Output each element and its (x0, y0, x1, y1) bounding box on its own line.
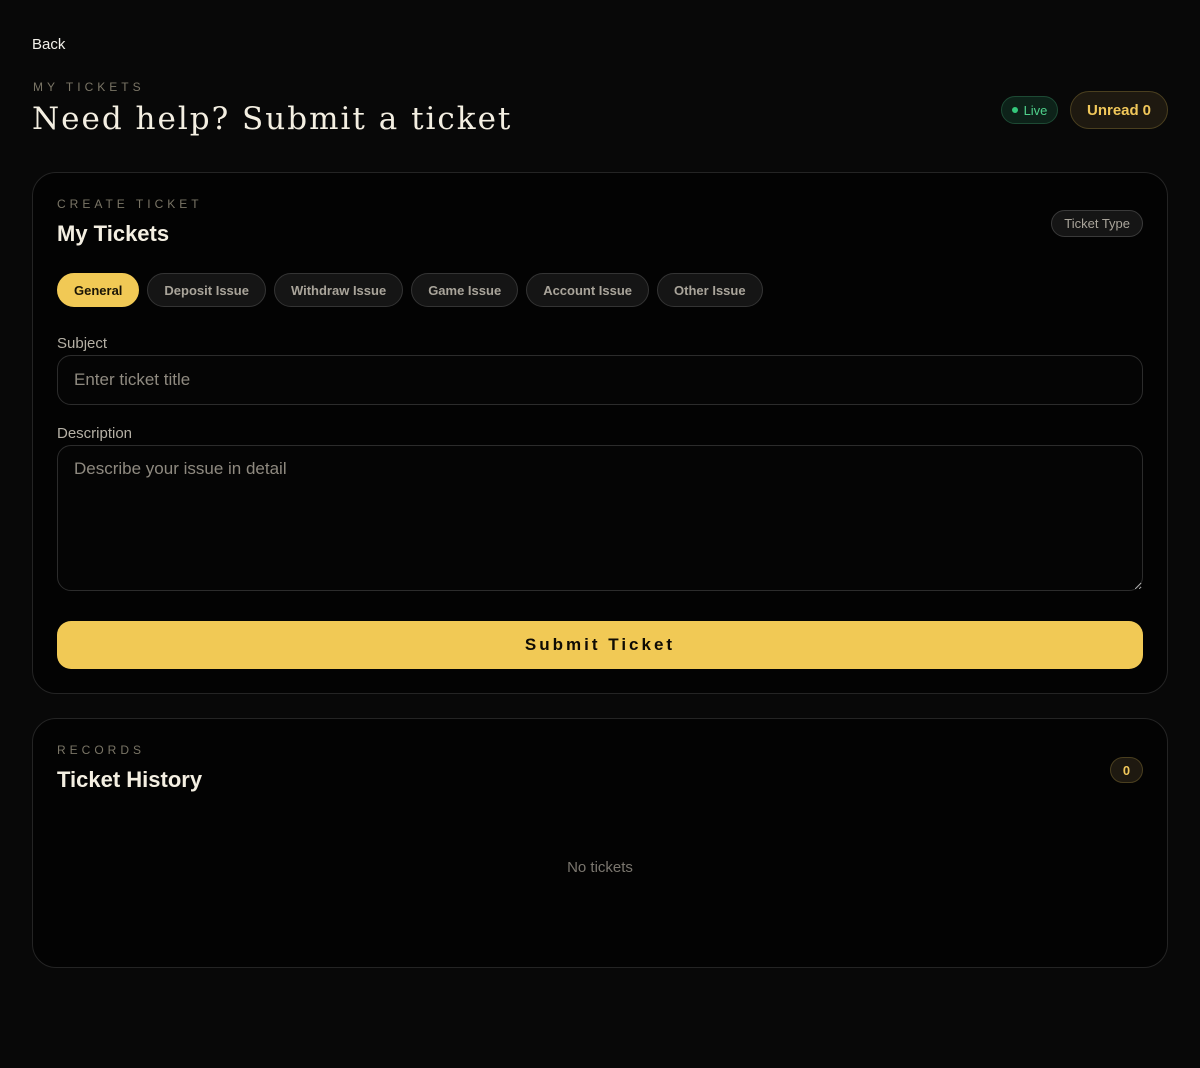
description-label: Description (57, 425, 133, 442)
chip-account-issue[interactable]: Account Issue (526, 273, 650, 307)
unread-button[interactable]: Unread 0 (1070, 91, 1168, 129)
subject-label: Subject (57, 335, 108, 352)
chip-general[interactable]: General (57, 273, 140, 307)
chip-deposit-issue[interactable]: Deposit Issue (147, 273, 266, 307)
ticket-history-card: RECORDS Ticket History 0 No tickets (32, 718, 1168, 968)
create-ticket-title: My Tickets (57, 221, 170, 246)
unread-label: Unread (1086, 101, 1139, 119)
ticket-type-badge: Ticket Type (1051, 210, 1143, 237)
ticket-page: Back MY TICKETS Need help? Submit a tick… (0, 0, 1200, 1068)
subject-input[interactable] (57, 355, 1143, 405)
chip-game-issue[interactable]: Game Issue (411, 273, 519, 307)
ticket-type-chips: General Deposit Issue Withdraw Issue Gam… (57, 273, 763, 307)
empty-state-text: No tickets (567, 859, 633, 876)
create-ticket-eyebrow: CREATE TICKET (57, 197, 203, 211)
history-title: Ticket History (57, 767, 203, 792)
history-count-badge: 0 (1110, 757, 1143, 783)
live-label: Live (1023, 102, 1048, 118)
chip-withdraw-issue[interactable]: Withdraw Issue (273, 273, 404, 307)
back-link[interactable]: Back (32, 36, 65, 53)
chip-other-issue[interactable]: Other Issue (657, 273, 763, 307)
history-eyebrow: RECORDS (57, 743, 146, 757)
submit-ticket-button[interactable]: Submit Ticket (57, 621, 1143, 669)
create-ticket-card: CREATE TICKET My Tickets Ticket Type Gen… (32, 172, 1168, 694)
description-textarea[interactable] (57, 445, 1143, 591)
live-dot-icon (1011, 107, 1018, 113)
unread-count: 0 (1142, 101, 1152, 119)
page-eyebrow: MY TICKETS (33, 80, 145, 94)
page-title: Need help? Submit a ticket (32, 101, 513, 137)
live-status-badge: Live (1001, 96, 1058, 124)
